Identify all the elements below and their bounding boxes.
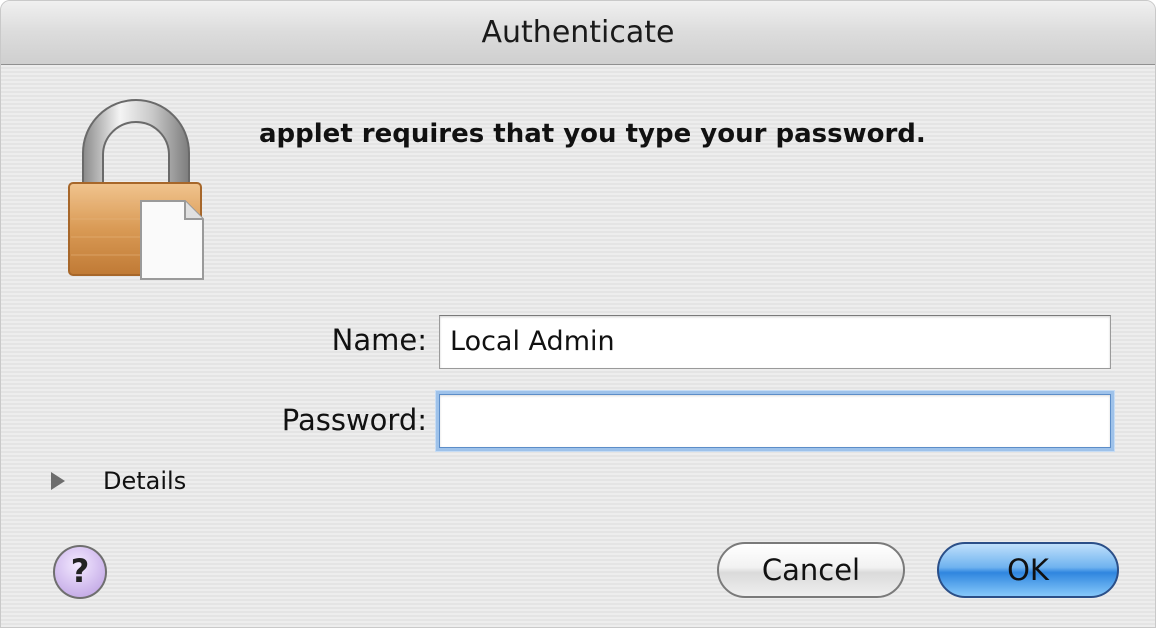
details-label: Details: [103, 467, 187, 495]
cancel-button[interactable]: Cancel: [717, 542, 905, 598]
name-field[interactable]: Local Admin: [439, 315, 1111, 369]
title-bar[interactable]: Authenticate: [1, 1, 1155, 65]
window-title: Authenticate: [481, 15, 675, 50]
authenticate-dialog: Authenticate applet requires that you ty…: [0, 0, 1156, 628]
password-label: Password:: [281, 403, 427, 437]
password-field[interactable]: [439, 394, 1111, 448]
auth-message: applet requires that you type your passw…: [259, 119, 926, 149]
details-disclosure[interactable]: Details: [51, 464, 186, 498]
lock-icon: [68, 99, 204, 280]
ok-button[interactable]: OK: [937, 542, 1119, 598]
name-label: Name:: [331, 323, 427, 357]
help-button[interactable]: ?: [53, 545, 107, 599]
disclosure-triangle-icon[interactable]: [51, 472, 65, 490]
document-icon: [140, 200, 204, 280]
